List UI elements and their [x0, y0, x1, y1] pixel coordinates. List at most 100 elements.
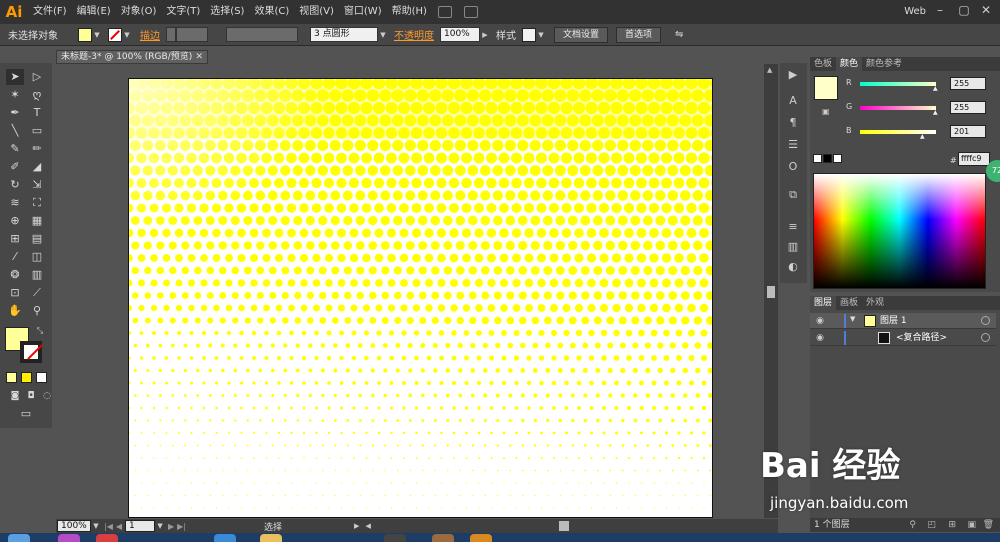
menu-select[interactable]: 选择(S): [205, 0, 249, 24]
slider-handle-icon[interactable]: ▲: [933, 109, 938, 116]
menu-object[interactable]: 对象(O): [116, 0, 162, 24]
character-icon[interactable]: A: [785, 93, 801, 109]
rotate-tool-icon[interactable]: ↻: [6, 177, 24, 193]
zoom-tool-icon[interactable]: ⚲: [28, 303, 46, 319]
mesh-tool-icon[interactable]: ⊞: [6, 231, 24, 247]
pencil-tool-icon[interactable]: ✏: [28, 141, 46, 157]
eye-icon[interactable]: ◉: [814, 332, 826, 344]
start-icon[interactable]: [8, 534, 30, 542]
gradient-panel-icon[interactable]: ▥: [785, 239, 801, 255]
target-icon[interactable]: [981, 316, 990, 325]
none-mode-icon[interactable]: [36, 372, 47, 383]
color-preview-swatch[interactable]: [814, 76, 838, 100]
blend-tool-icon[interactable]: ◫: [28, 249, 46, 265]
type-tool-icon[interactable]: T: [28, 105, 46, 121]
document-setup-button[interactable]: 文档设置: [554, 26, 609, 43]
stroke-color-box[interactable]: [20, 341, 43, 363]
menu-edit[interactable]: 编辑(E): [72, 0, 116, 24]
last-artboard-icon[interactable]: ▶|: [177, 522, 186, 531]
scale-tool-icon[interactable]: ⇲: [28, 177, 46, 193]
maximize-icon[interactable]: ▢: [953, 0, 975, 20]
artboard-tool-icon[interactable]: ⊡: [6, 285, 24, 301]
swap-colors-icon[interactable]: ⤡: [34, 325, 46, 337]
horizontal-scroll-thumb[interactable]: [559, 521, 569, 531]
transform-icon[interactable]: ⧉: [785, 187, 801, 203]
opentype-icon[interactable]: O: [785, 159, 801, 175]
perspective-grid-tool-icon[interactable]: ▦: [28, 213, 46, 229]
arrange-documents-icon[interactable]: [463, 6, 478, 18]
close-icon[interactable]: ✕: [195, 51, 203, 63]
column-graph-tool-icon[interactable]: ▥: [28, 267, 46, 283]
gradient-mode-icon[interactable]: [21, 372, 32, 383]
tab-layers[interactable]: 图层: [810, 296, 837, 310]
taskbar-app-icon[interactable]: [432, 534, 454, 542]
tab-color-guide[interactable]: 颜色参考: [862, 57, 906, 71]
menu-view[interactable]: 视图(V): [294, 0, 339, 24]
zoom-level-field[interactable]: 100%: [57, 520, 91, 532]
pen-tool-icon[interactable]: ✒: [6, 105, 24, 121]
chevron-down-icon[interactable]: ▼: [155, 520, 165, 532]
variable-width-field[interactable]: [226, 27, 298, 42]
align-panel-icon[interactable]: ☰: [785, 137, 801, 153]
hex-value-field[interactable]: ffffc9: [958, 152, 990, 166]
color-mode-icon[interactable]: [6, 372, 17, 383]
green-value-field[interactable]: 255: [950, 101, 986, 114]
screen-mode-icon[interactable]: ▭: [17, 406, 35, 422]
taskbar-app-icon[interactable]: [96, 534, 118, 542]
taskbar-app-icon[interactable]: [214, 534, 236, 542]
rectangle-tool-icon[interactable]: ▭: [28, 123, 46, 139]
direct-selection-tool-icon[interactable]: ▷: [28, 69, 46, 85]
selection-tool-icon[interactable]: ➤: [6, 69, 24, 85]
menu-help[interactable]: 帮助(H): [387, 0, 432, 24]
halftone-compound-path[interactable]: [129, 79, 713, 518]
slider-handle-icon[interactable]: ▲: [920, 133, 925, 140]
menu-file[interactable]: 文件(F): [28, 0, 72, 24]
tab-artboards[interactable]: 画板: [836, 296, 862, 310]
canvas-area[interactable]: [56, 64, 764, 518]
preferences-button[interactable]: 首选项: [616, 26, 662, 43]
taskbar-app-icon[interactable]: [384, 534, 406, 542]
tab-appearance[interactable]: 外观: [862, 296, 888, 310]
color-spectrum[interactable]: [813, 173, 986, 289]
sublayer-name[interactable]: <复合路径>: [896, 330, 947, 346]
close-icon[interactable]: ✕: [975, 0, 997, 20]
current-tool-status[interactable]: 选择: [264, 520, 282, 533]
stroke-weight-field[interactable]: [176, 27, 208, 42]
opacity-label[interactable]: 不透明度: [394, 27, 434, 42]
stroke-swatch[interactable]: [108, 27, 122, 42]
stroke-panel-icon[interactable]: ≡: [785, 219, 801, 235]
eraser-tool-icon[interactable]: ◢: [28, 159, 46, 175]
tab-swatches[interactable]: 色板: [810, 57, 836, 71]
bridge-icon[interactable]: [437, 6, 452, 18]
eye-icon[interactable]: ◉: [814, 315, 826, 327]
target-icon[interactable]: [981, 333, 990, 342]
status-menu-icon[interactable]: ▶: [354, 522, 359, 530]
stroke-label[interactable]: 描边: [140, 27, 160, 42]
gradient-tool-icon[interactable]: ▤: [28, 231, 46, 247]
line-tool-icon[interactable]: ╲: [6, 123, 24, 139]
vertical-scroll-thumb[interactable]: [767, 286, 775, 298]
opacity-field[interactable]: 100%: [440, 27, 480, 42]
chevron-down-icon[interactable]: ▼: [122, 28, 132, 42]
stroke-stepper[interactable]: [166, 27, 176, 42]
shape-builder-tool-icon[interactable]: ⊕: [6, 213, 24, 229]
draw-inside-icon[interactable]: ◌: [38, 388, 56, 404]
scroll-up-icon[interactable]: ▲: [767, 66, 772, 74]
none-color-icon[interactable]: [813, 154, 822, 163]
paintbrush-tool-icon[interactable]: ✎: [6, 141, 24, 157]
chevron-down-icon[interactable]: ▼: [92, 28, 102, 42]
chevron-down-icon[interactable]: ▼: [378, 28, 388, 42]
slider-handle-icon[interactable]: ▲: [933, 85, 938, 92]
artboard[interactable]: [128, 78, 713, 518]
artboard-number-field[interactable]: 1: [125, 520, 156, 532]
fill-swatch[interactable]: [78, 27, 92, 42]
blue-value-field[interactable]: 201: [950, 125, 986, 138]
lasso-tool-icon[interactable]: ღ: [28, 87, 46, 103]
scroll-left-icon[interactable]: ◀: [365, 522, 370, 530]
document-tab[interactable]: 未标题-3* @ 100% (RGB/预览) ✕: [56, 50, 208, 64]
taskbar-app-icon[interactable]: [58, 534, 80, 542]
tab-color[interactable]: 颜色: [836, 57, 863, 71]
out-of-gamut-icon[interactable]: ▣: [822, 107, 830, 116]
chevron-down-icon[interactable]: ▶: [480, 28, 490, 42]
brush-definition-field[interactable]: 3 点圆形: [310, 27, 378, 42]
